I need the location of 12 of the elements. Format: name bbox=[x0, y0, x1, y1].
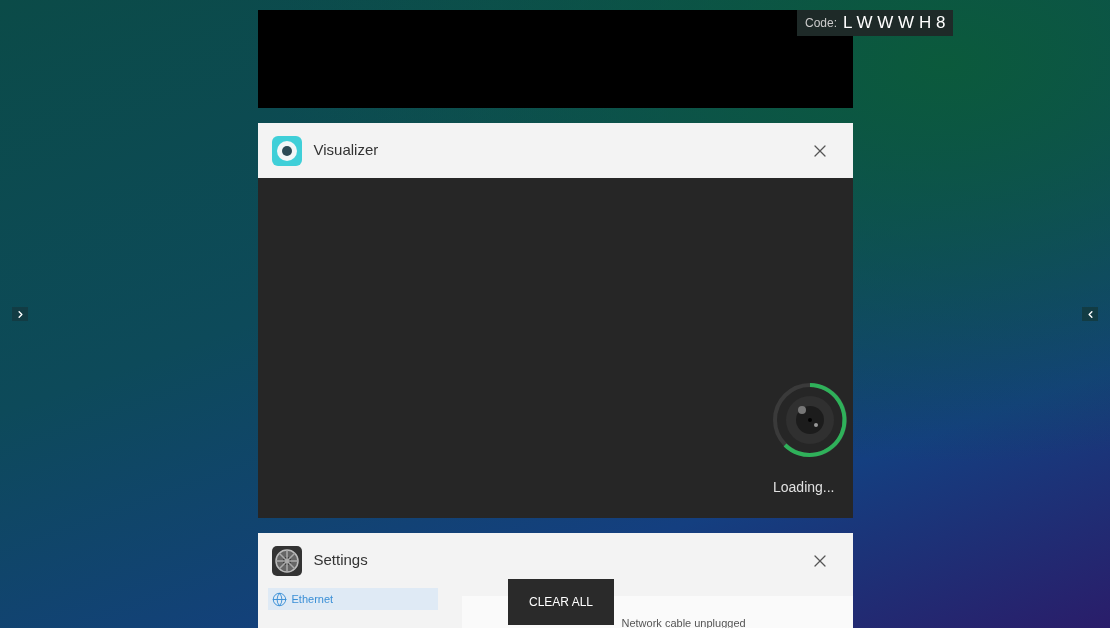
loading-text: Loading... bbox=[773, 478, 835, 497]
code-value: L W W W H 8 bbox=[843, 12, 946, 35]
eye-app-icon bbox=[271, 135, 302, 166]
globe-icon bbox=[271, 591, 287, 607]
collapse-button[interactable] bbox=[1082, 307, 1098, 321]
expand-button[interactable] bbox=[12, 307, 28, 321]
code-label: Code: bbox=[805, 15, 838, 32]
loading-spinner-icon bbox=[770, 381, 849, 459]
app-title: Visualizer bbox=[313, 140, 379, 161]
clear-all-button[interactable]: CLEAR ALL bbox=[508, 579, 614, 625]
gear-app-icon bbox=[271, 545, 302, 576]
app-title: Settings bbox=[313, 550, 368, 571]
